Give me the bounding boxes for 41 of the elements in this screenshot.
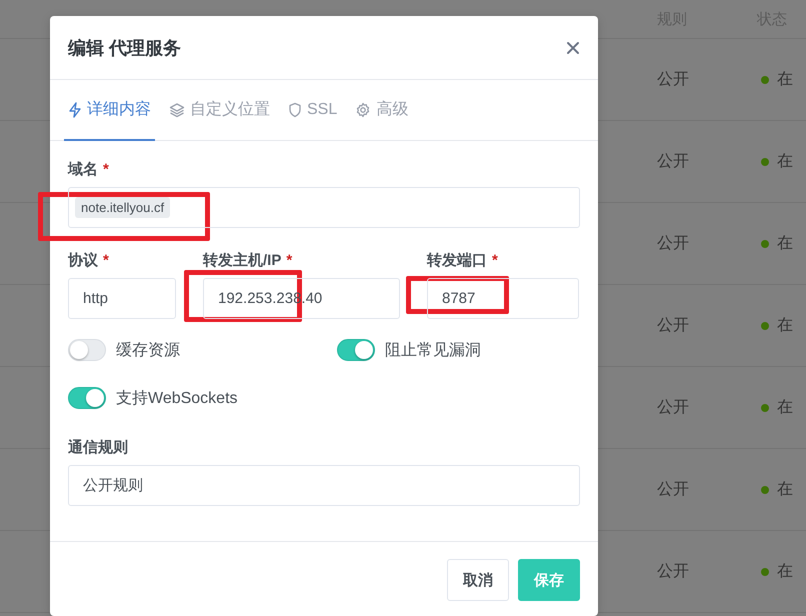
port-field[interactable]: 8787 [427, 278, 579, 319]
cancel-button[interactable]: 取消 [447, 559, 509, 601]
table-cell-text: 公开 [657, 234, 690, 254]
layers-icon [169, 102, 185, 118]
table-cell-text: 公开 [657, 316, 690, 336]
field-label: 通信规则 [68, 438, 128, 456]
close-button[interactable] [566, 40, 580, 54]
protocol-field[interactable]: http [68, 278, 176, 319]
table-cell-text: 公开 [657, 480, 690, 500]
shield-icon [288, 102, 302, 118]
status-text: 在 [777, 152, 793, 172]
status-text: 在 [777, 562, 793, 582]
table-cell-text: 公开 [657, 562, 690, 582]
tag-input-field[interactable]: note.itellyou.cf [68, 187, 580, 228]
table-cell-text: 公开 [657, 152, 690, 172]
field-label: 协议 [68, 250, 98, 270]
required-mark: * [103, 252, 109, 268]
status-text: 在 [777, 234, 793, 254]
select-field[interactable]: 公开规则 [68, 465, 580, 506]
status-text: 在 [777, 70, 793, 90]
table-cell-text: 公开 [657, 70, 690, 90]
lightning-icon [68, 102, 82, 118]
required-mark: * [103, 160, 109, 178]
toggle-label: 支持WebSockets [116, 388, 238, 408]
required-mark: * [286, 252, 292, 268]
toggle-switch[interactable] [68, 387, 106, 409]
settings-icon [355, 102, 372, 118]
dialog-title: 编辑 代理服务 [68, 36, 182, 60]
tab[interactable]: 详细内容 [64, 80, 155, 141]
status-text: 在 [777, 316, 793, 336]
status-text: 在 [777, 398, 793, 418]
toggle-label: 阻止常见漏洞 [385, 340, 481, 360]
field-label: 域名 [68, 160, 98, 178]
table-cell-text: 公开 [657, 398, 690, 418]
domain-tag: note.itellyou.cf [75, 197, 170, 218]
toggle-switch[interactable] [337, 339, 375, 361]
status-text: 在 [777, 480, 793, 500]
field-label: 转发端口 [427, 250, 487, 270]
required-mark: * [492, 252, 498, 268]
field-label: 转发主机/IP [203, 250, 282, 270]
toggle-label: 缓存资源 [116, 340, 180, 360]
